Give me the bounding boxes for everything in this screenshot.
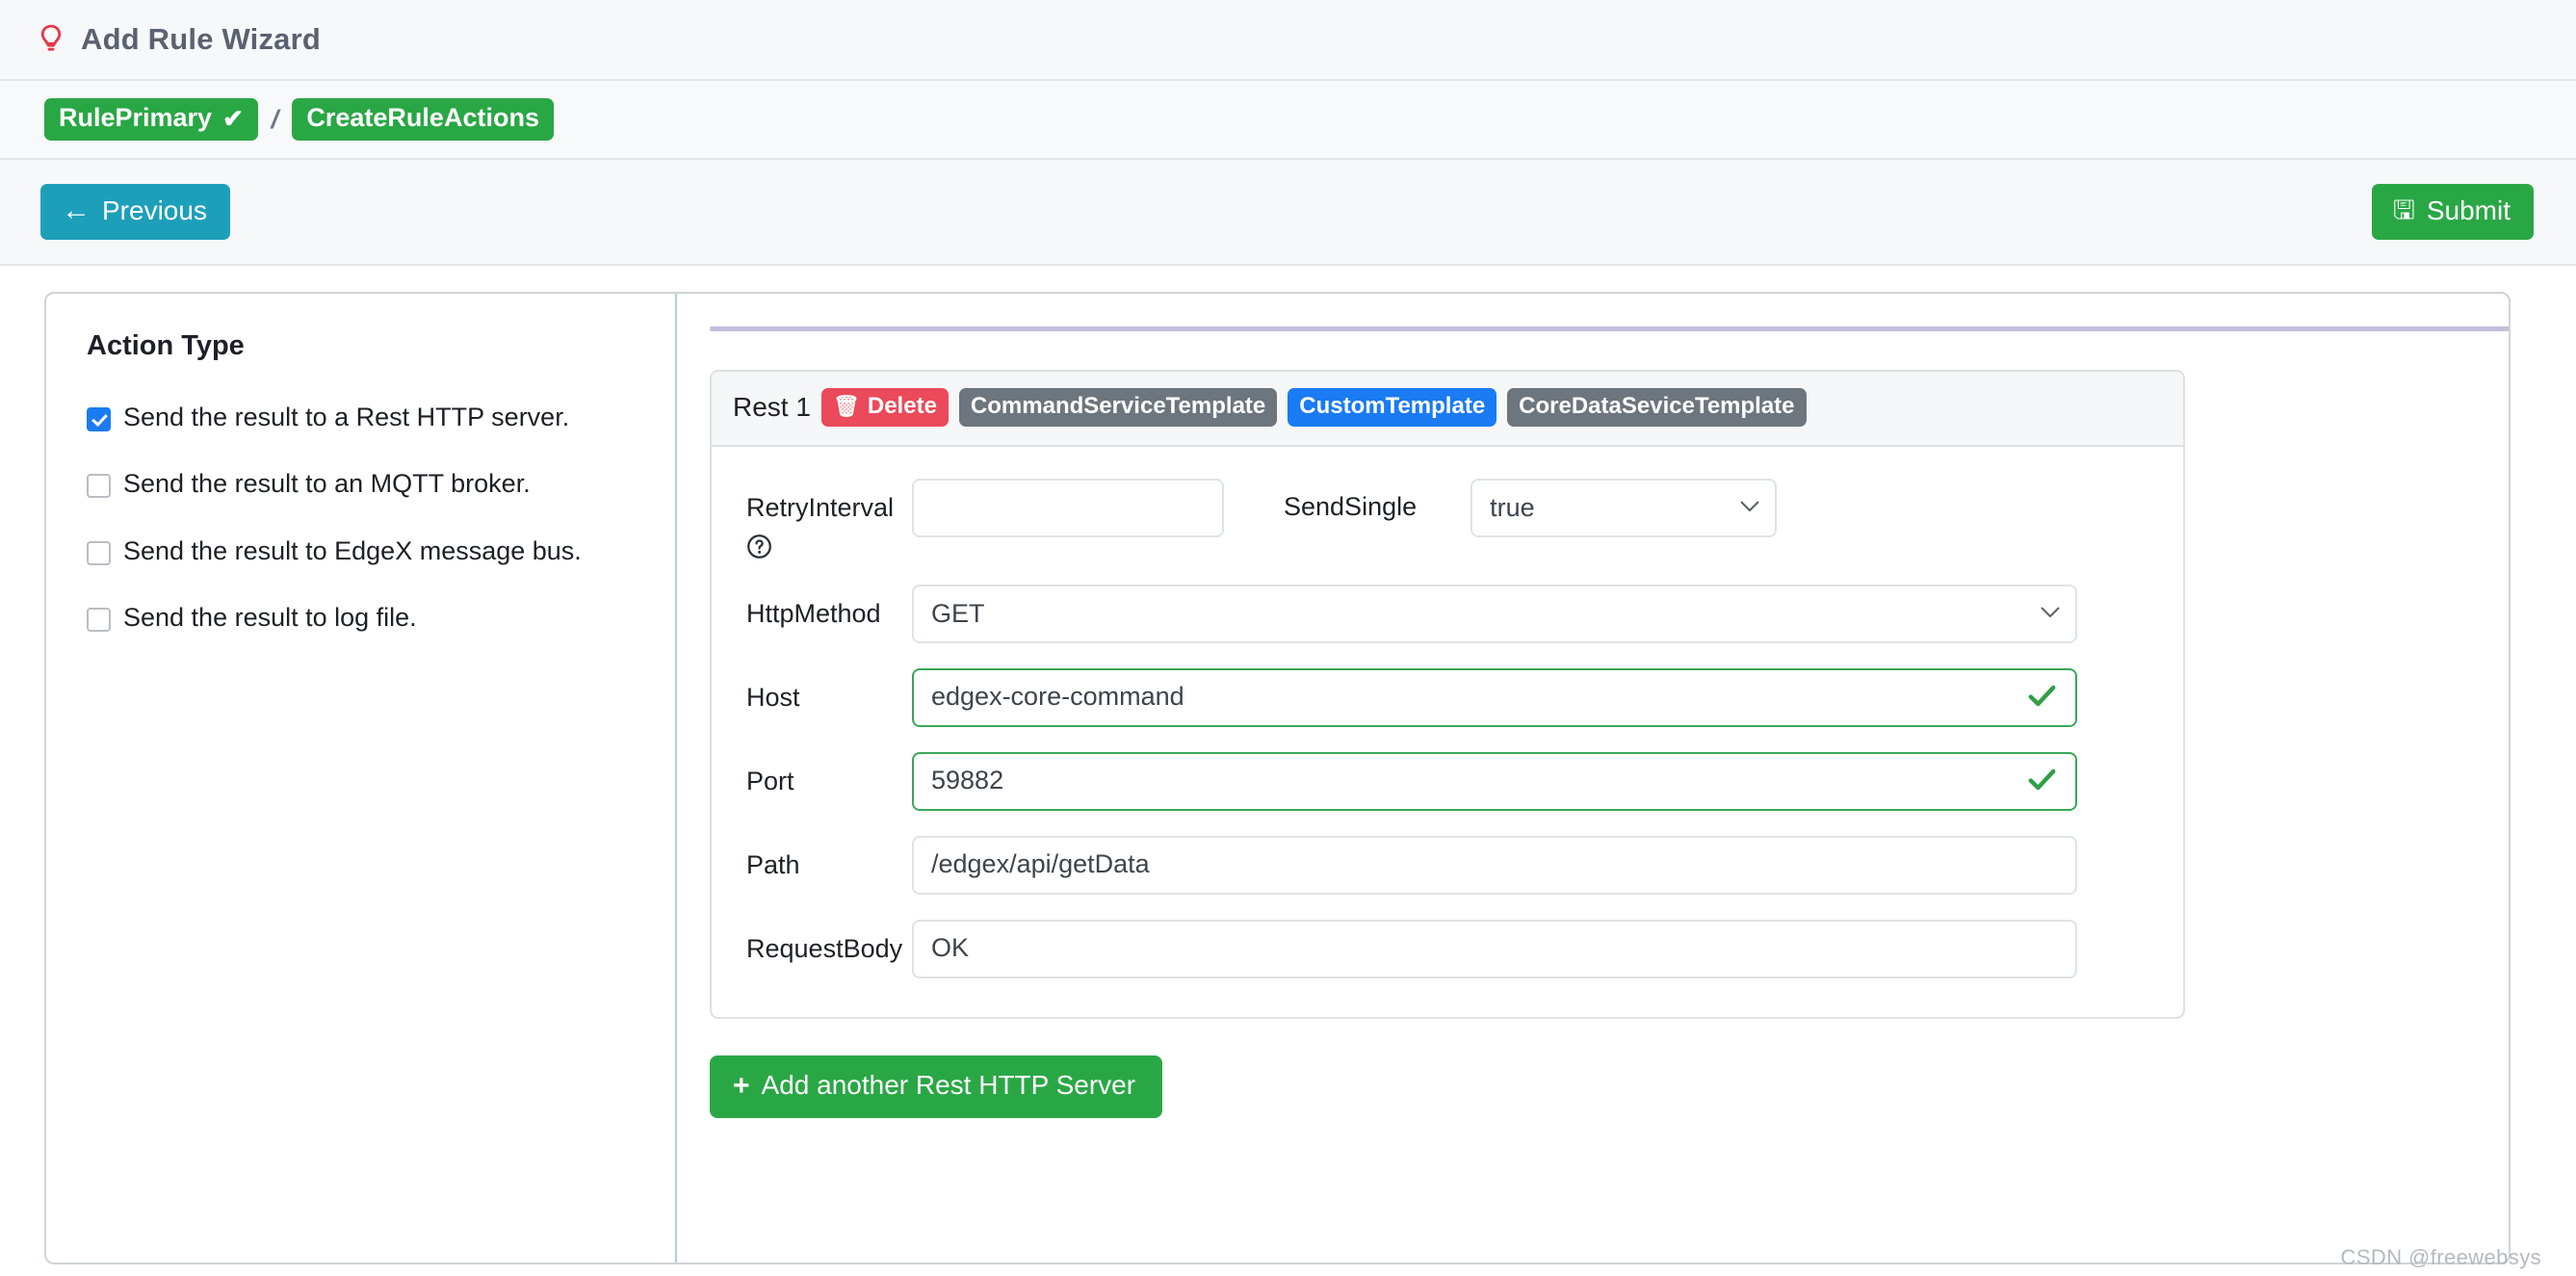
action-type-option-rest[interactable]: Send the result to a Rest HTTP server. xyxy=(87,402,675,432)
action-type-option-label: Send the result to an MQTT broker. xyxy=(123,468,531,499)
checkbox-edgex-message-bus[interactable] xyxy=(87,541,111,565)
http-method-select-wrap: GET xyxy=(912,585,2077,643)
row-http-method: HttpMethod GET xyxy=(746,585,2148,643)
row-retry-interval: RetryInterval SendSingle true xyxy=(746,479,2148,560)
breadcrumb-item-label: RulePrimary xyxy=(59,103,212,133)
breadcrumb-separator: / xyxy=(269,105,282,135)
row-host: Host xyxy=(746,668,2148,727)
checkbox-rest-http[interactable] xyxy=(87,407,111,431)
breadcrumb: RulePrimary ✔ / CreateRuleActions xyxy=(0,81,2576,160)
row-port: Port xyxy=(746,752,2148,811)
row-path: Path xyxy=(746,836,2148,895)
host-label: Host xyxy=(746,668,912,715)
action-config-card: Action Type Send the result to a Rest HT… xyxy=(44,292,2511,1264)
send-single-label: SendSingle xyxy=(1284,479,1417,522)
request-body-label: RequestBody xyxy=(746,920,912,966)
add-another-rest-server-button[interactable]: + Add another Rest HTTP Server xyxy=(710,1055,1162,1118)
port-label: Port xyxy=(746,752,912,798)
request-body-input[interactable] xyxy=(912,920,2077,978)
port-field-wrap xyxy=(912,752,2077,811)
breadcrumb-item-ruleprimary[interactable]: RulePrimary ✔ xyxy=(44,98,258,140)
delete-button-label: Delete xyxy=(868,394,937,419)
arrow-left-icon: ← xyxy=(62,196,91,225)
window-title-bar: Add Rule Wizard xyxy=(0,0,2576,81)
save-disk-icon: 🖫 xyxy=(2393,197,2415,223)
path-input[interactable] xyxy=(912,836,2077,895)
submit-button[interactable]: 🖫 Submit xyxy=(2372,184,2534,241)
rest-panel-body: RetryInterval SendSingle true xyxy=(712,447,2183,1017)
port-input[interactable] xyxy=(912,752,2077,811)
trash-icon: 🗑 xyxy=(833,396,860,417)
check-icon: ✔ xyxy=(222,106,244,131)
breadcrumb-item-createruleactions[interactable]: CreateRuleActions xyxy=(292,98,554,140)
action-type-option-label: Send the result to a Rest HTTP server. xyxy=(123,402,569,432)
action-type-option-log-file[interactable]: Send the result to log file. xyxy=(87,602,675,633)
action-type-option-edgex-bus[interactable]: Send the result to EdgeX message bus. xyxy=(87,535,675,566)
http-method-select[interactable]: GET xyxy=(912,585,2077,643)
row-request-body: RequestBody xyxy=(746,920,2148,978)
path-label: Path xyxy=(746,836,912,882)
add-button-label: Add another Rest HTTP Server xyxy=(762,1071,1136,1101)
breadcrumb-item-label: CreateRuleActions xyxy=(306,103,539,133)
wizard-action-bar: ← Previous 🖫 Submit xyxy=(0,160,2576,266)
lightbulb-icon xyxy=(35,23,67,56)
plus-icon: + xyxy=(733,1072,750,1101)
host-field-wrap xyxy=(912,668,2077,727)
action-type-panel: Action Type Send the result to a Rest HT… xyxy=(46,294,677,1263)
rest-panel-name: Rest 1 xyxy=(733,392,811,423)
retry-interval-input[interactable] xyxy=(912,479,1224,537)
submit-button-label: Submit xyxy=(2427,196,2511,226)
previous-button[interactable]: ← Previous xyxy=(40,184,230,241)
template-command-service-button[interactable]: CommandServiceTemplate xyxy=(959,388,1277,427)
checkbox-mqtt-broker[interactable] xyxy=(87,474,111,498)
action-type-option-label: Send the result to log file. xyxy=(123,602,417,633)
template-core-data-service-button[interactable]: CoreDataSeviceTemplate xyxy=(1507,388,1806,427)
section-divider xyxy=(710,326,2511,331)
rest-panel-header: Rest 1 🗑 Delete CommandServiceTemplate C… xyxy=(712,372,2183,447)
action-type-title: Action Type xyxy=(87,330,675,362)
http-method-label: HttpMethod xyxy=(746,585,912,631)
send-single-select[interactable]: true xyxy=(1470,479,1777,537)
retry-interval-label: RetryInterval xyxy=(746,493,894,522)
send-single-select-wrap: true xyxy=(1470,479,1777,537)
page-title: Add Rule Wizard xyxy=(81,22,321,57)
rest-server-panel: Rest 1 🗑 Delete CommandServiceTemplate C… xyxy=(710,370,2185,1019)
action-type-option-label: Send the result to EdgeX message bus. xyxy=(123,535,582,566)
retry-interval-label-group: RetryInterval xyxy=(746,479,912,560)
template-custom-button[interactable]: CustomTemplate xyxy=(1288,388,1496,427)
host-input[interactable] xyxy=(912,668,2077,727)
wizard-body: Action Type Send the result to a Rest HT… xyxy=(0,266,2576,1264)
watermark: CSDN @freewebsys xyxy=(2341,1245,2541,1270)
rest-config-column: Rest 1 🗑 Delete CommandServiceTemplate C… xyxy=(677,294,2511,1263)
action-type-option-mqtt[interactable]: Send the result to an MQTT broker. xyxy=(87,468,675,499)
previous-button-label: Previous xyxy=(102,196,207,226)
checkbox-log-file[interactable] xyxy=(87,608,111,632)
delete-rest-button[interactable]: 🗑 Delete xyxy=(821,388,949,427)
question-circle-icon[interactable] xyxy=(746,534,772,560)
